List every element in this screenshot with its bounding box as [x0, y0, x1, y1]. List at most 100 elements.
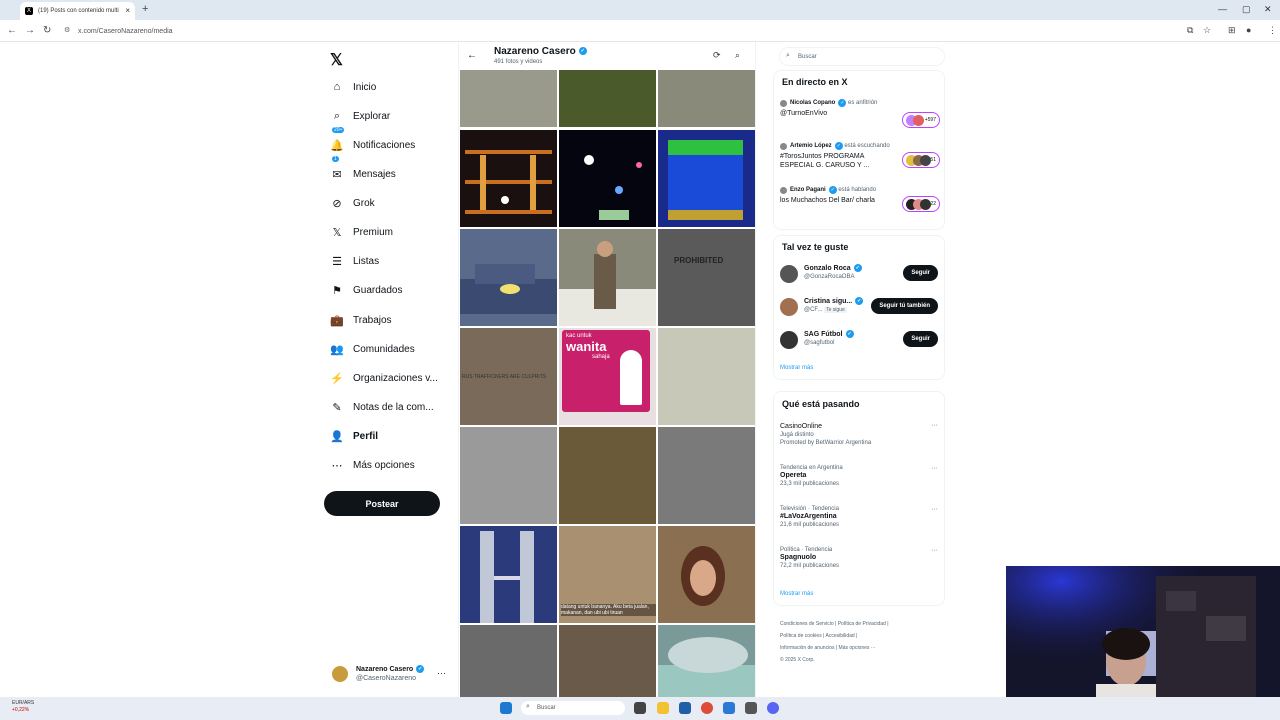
media-tile[interactable]: [658, 526, 755, 623]
verified-icon: ✓: [845, 330, 854, 338]
media-tile[interactable]: datang untuk bananya. Aku beta jualan, m…: [559, 526, 656, 623]
trend-item[interactable]: Televisión · Tendencia #LaVozArgentina 21,…: [780, 506, 940, 528]
media-tile[interactable]: [559, 70, 656, 127]
media-tile[interactable]: [460, 526, 557, 623]
media-tile[interactable]: [460, 70, 557, 127]
media-tile[interactable]: [460, 130, 557, 227]
show-more-trends-link[interactable]: Mostrar más: [780, 591, 813, 597]
start-icon[interactable]: [500, 702, 512, 714]
taskbar-search[interactable]: ⌕ Buscar: [521, 701, 625, 715]
more-icon[interactable]: ···: [931, 465, 938, 472]
close-tab-icon[interactable]: ×: [125, 6, 130, 15]
nav-item-1[interactable]: ⌂ Inicio: [330, 75, 377, 99]
reload-icon[interactable]: ↻: [43, 25, 51, 36]
listeners-pill[interactable]: +22: [902, 196, 940, 212]
verified-icon: ✓: [828, 186, 837, 194]
footer-line[interactable]: Condiciones de Servicio | Política de Pr…: [780, 618, 930, 630]
file-explorer-icon[interactable]: [657, 702, 669, 714]
media-tile[interactable]: [658, 130, 755, 227]
post-button[interactable]: Postear: [324, 491, 440, 516]
nav-item-11[interactable]: ⚡ Organizaciones v...: [330, 366, 438, 390]
url-field[interactable]: ⚙ x.com/CaseroNazareno/media: [62, 24, 1172, 38]
media-tile[interactable]: [460, 427, 557, 524]
media-tile[interactable]: PROHIBITED: [658, 229, 755, 326]
media-tile[interactable]: [559, 625, 656, 697]
search-input[interactable]: ⌕ Buscar: [779, 47, 945, 66]
minimize-icon[interactable]: —: [1218, 4, 1227, 14]
media-tile[interactable]: [658, 625, 755, 697]
follow-suggestion[interactable]: SAG Fútbol ✓ @sagfutbol Seguir: [780, 328, 940, 352]
new-tab-icon[interactable]: +: [142, 3, 148, 15]
footer-line[interactable]: Información de anuncios | Más opciones ·…: [780, 642, 930, 654]
maximize-icon[interactable]: ▢: [1242, 4, 1251, 15]
live-item[interactable]: Nicolas Copano ✓ es anfitrión @TurnoEnVivo…: [780, 99, 940, 128]
follow-button[interactable]: Seguir tú también: [871, 298, 938, 314]
mail-icon[interactable]: [723, 702, 735, 714]
nav-item-8[interactable]: ⚑ Guardados: [330, 278, 402, 302]
profile-icon[interactable]: ●: [1246, 25, 1251, 35]
listeners-pill[interactable]: +51: [902, 152, 940, 168]
media-tile[interactable]: kac untuk wanita sahaja: [559, 328, 656, 425]
menu-icon[interactable]: ⋮: [1268, 25, 1277, 36]
browser-tabbar: X (19) Posts con contenido multi × + — ▢…: [0, 0, 1280, 20]
more-icon[interactable]: ···: [931, 422, 938, 429]
trend-item[interactable]: Tendencia en Argentina Opereta 23,3 mil pu…: [780, 465, 940, 487]
follow-button[interactable]: Seguir: [903, 265, 938, 281]
media-tile[interactable]: [559, 229, 656, 326]
back-arrow-icon[interactable]: ←: [467, 50, 477, 61]
show-more-follow-link[interactable]: Mostrar más: [780, 365, 813, 371]
more-icon[interactable]: ···: [931, 506, 938, 513]
nav-item-12[interactable]: ✎ Notas de la com...: [330, 395, 433, 419]
follow-suggestion[interactable]: Gonzalo Roca ✓ @GonzaRocaOBA Seguir: [780, 262, 940, 286]
discord-icon[interactable]: [767, 702, 779, 714]
media-tile[interactable]: [559, 427, 656, 524]
search-icon[interactable]: ⌕: [735, 50, 740, 61]
star-icon[interactable]: ☆: [1203, 25, 1211, 36]
nav-item-2[interactable]: ⌕ Explorar: [330, 104, 390, 128]
media-tile[interactable]: [658, 427, 755, 524]
media-tile[interactable]: RUS TRAFFICKERS ARE CULPRITS: [460, 328, 557, 425]
nav-item-10[interactable]: 👥 Comunidades: [330, 337, 415, 361]
nav-label: Organizaciones v...: [353, 372, 438, 384]
media-tile[interactable]: [658, 70, 755, 127]
media-tile[interactable]: [658, 328, 755, 425]
browser-tab[interactable]: X (19) Posts con contenido multi ×: [20, 2, 135, 20]
footer-line[interactable]: Política de cookies | Accesibilidad |: [780, 630, 930, 642]
media-tile[interactable]: [559, 130, 656, 227]
account-switcher[interactable]: Nazareno Casero ✓ @CaseroNazareno ···: [332, 662, 452, 686]
nav-item-14[interactable]: ⋯ Más opciones: [330, 453, 415, 477]
nav-item-5[interactable]: ⊘ Grok: [330, 191, 374, 215]
nav-item-7[interactable]: ☰ Listas: [330, 249, 379, 273]
x-logo-icon[interactable]: 𝕏: [330, 50, 343, 70]
task-view-icon[interactable]: [634, 702, 646, 714]
nav-item-3[interactable]: 🔔 20+ Notificaciones: [330, 127, 415, 157]
back-icon[interactable]: ←: [7, 25, 17, 36]
follow-suggestion[interactable]: Cristina sigu... ✓ @CF... Te sigue Seguir t…: [780, 295, 940, 319]
app-icon[interactable]: [745, 702, 757, 714]
ticker-widget[interactable]: EUR/ARS +0,22%: [12, 700, 34, 714]
listeners-pill[interactable]: +597: [902, 112, 940, 128]
store-icon[interactable]: [679, 702, 691, 714]
nav-item-9[interactable]: 💼 Trabajos: [330, 308, 391, 332]
chrome-icon[interactable]: [701, 702, 713, 714]
site-info-icon[interactable]: ⚙: [64, 26, 70, 34]
search-icon: ⌕: [526, 703, 530, 710]
media-tile[interactable]: [460, 229, 557, 326]
media-tile[interactable]: [460, 625, 557, 697]
live-item[interactable]: Artemio López ✓ está escuchando #TorosJunt…: [780, 142, 940, 170]
live-item[interactable]: Enzo Pagani ✓ está hablando los Muchachos …: [780, 186, 940, 212]
extensions-icon[interactable]: ⊞: [1228, 25, 1236, 36]
forward-icon[interactable]: →: [25, 25, 35, 36]
nav-item-6[interactable]: 𝕏 Premium: [330, 220, 393, 244]
install-icon[interactable]: ⧉: [1187, 25, 1193, 36]
close-window-icon[interactable]: ✕: [1264, 4, 1272, 15]
nav-item-13[interactable]: 👤 Perfil: [330, 424, 378, 448]
nav-item-4[interactable]: ✉ 1 Mensajes: [330, 156, 396, 186]
trend-item[interactable]: Política · Tendencia Spagnuolo 72,2 mil pu…: [780, 547, 940, 569]
more-icon[interactable]: ···: [931, 547, 938, 554]
account-handle: @CaseroNazareno: [356, 675, 417, 682]
trend-item[interactable]: CasinoOnline Jugá distinto Promoted by Bet…: [780, 422, 940, 446]
follow-button[interactable]: Seguir: [903, 331, 938, 347]
refresh-icon[interactable]: ⟳: [713, 50, 721, 61]
more-icon[interactable]: ···: [437, 668, 446, 678]
